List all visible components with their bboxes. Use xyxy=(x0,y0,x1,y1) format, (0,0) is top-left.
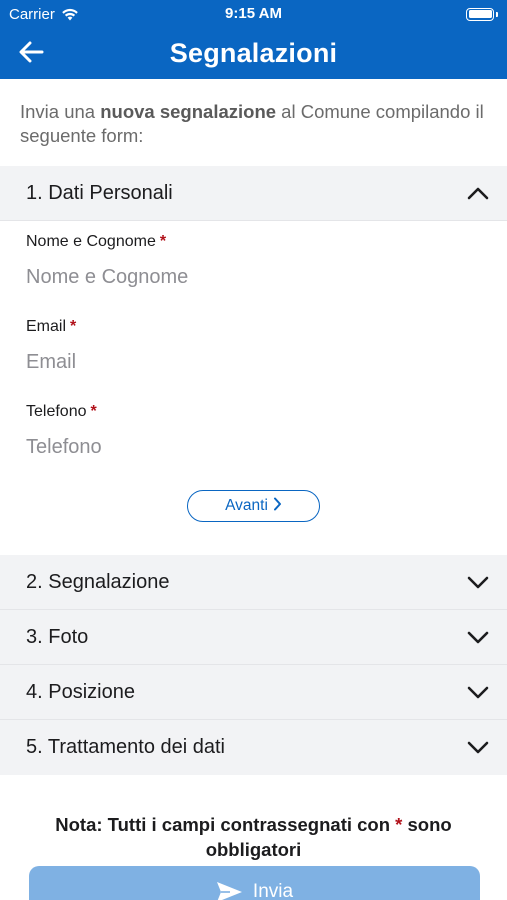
status-left: Carrier xyxy=(9,6,79,23)
phone-label: Telefono * xyxy=(26,403,481,423)
chevron-down-icon xyxy=(467,686,489,699)
back-button[interactable] xyxy=(14,38,48,70)
status-bar: Carrier xyxy=(0,0,507,28)
required-mark: * xyxy=(70,318,77,335)
chevron-up-icon xyxy=(467,187,489,200)
personal-data-form: Nome e Cognome* Email* Telefono* xyxy=(0,221,507,471)
note-before: Nota: Tutti i campi contrassegnati con xyxy=(55,814,396,835)
next-button-row: Avanti xyxy=(0,489,507,555)
chevron-right-icon xyxy=(273,497,282,516)
email-label-text: Email xyxy=(26,318,67,335)
submit-button-label: Invia xyxy=(252,881,294,900)
required-mark: * xyxy=(90,403,97,420)
section-title: 2. Segnalazione xyxy=(26,570,170,593)
battery-icon xyxy=(466,7,498,21)
page-title: Segnalazioni xyxy=(169,38,338,68)
nav-bar: Segnalazioni xyxy=(0,28,507,79)
carrier-label: Carrier xyxy=(9,5,55,23)
name-label-text: Nome e Cognome xyxy=(26,233,156,250)
section-title: 4. Posizione xyxy=(26,680,135,703)
intro-bold: nuova segnalazione xyxy=(100,101,277,122)
section-title: 3. Foto xyxy=(26,625,89,648)
wifi-icon xyxy=(61,8,79,21)
chevron-down-icon xyxy=(467,631,489,644)
section-header-trattamento[interactable]: 5. Trattamento dei dati xyxy=(0,720,507,775)
battery-level xyxy=(468,10,492,18)
section-title: 5. Trattamento dei dati xyxy=(26,736,226,758)
section-header-dati-personali[interactable]: 1. Dati Personali xyxy=(0,166,507,221)
intro-before: Invia una xyxy=(20,101,101,122)
send-icon xyxy=(216,881,243,900)
next-button-label: Avanti xyxy=(225,497,268,514)
section-header-posizione[interactable]: 4. Posizione xyxy=(0,665,507,720)
intro-text: Invia una nuova segnalazione al Comune c… xyxy=(0,79,507,166)
section-title: 1. Dati Personali xyxy=(26,181,173,204)
phone-input[interactable] xyxy=(26,423,481,471)
chevron-down-icon xyxy=(467,741,489,754)
section-header-foto[interactable]: 3. Foto xyxy=(0,610,507,665)
arrow-left-icon xyxy=(18,41,44,68)
section-header-segnalazione[interactable]: 2. Segnalazione xyxy=(0,555,507,610)
submit-button[interactable]: Invia xyxy=(29,866,480,900)
next-button[interactable]: Avanti xyxy=(187,490,320,522)
name-label: Nome e Cognome * xyxy=(26,233,481,253)
app-header: Carrier 9:15 AM Segnalazioni xyxy=(0,0,507,79)
phone-label-text: Telefono xyxy=(26,403,87,420)
required-fields-note: Nota: Tutti i campi contrassegnati con *… xyxy=(0,775,507,862)
required-mark: * xyxy=(159,233,167,250)
email-label: Email * xyxy=(26,318,481,338)
name-input[interactable] xyxy=(26,253,481,301)
chevron-down-icon xyxy=(467,576,489,589)
email-input[interactable] xyxy=(26,338,481,386)
